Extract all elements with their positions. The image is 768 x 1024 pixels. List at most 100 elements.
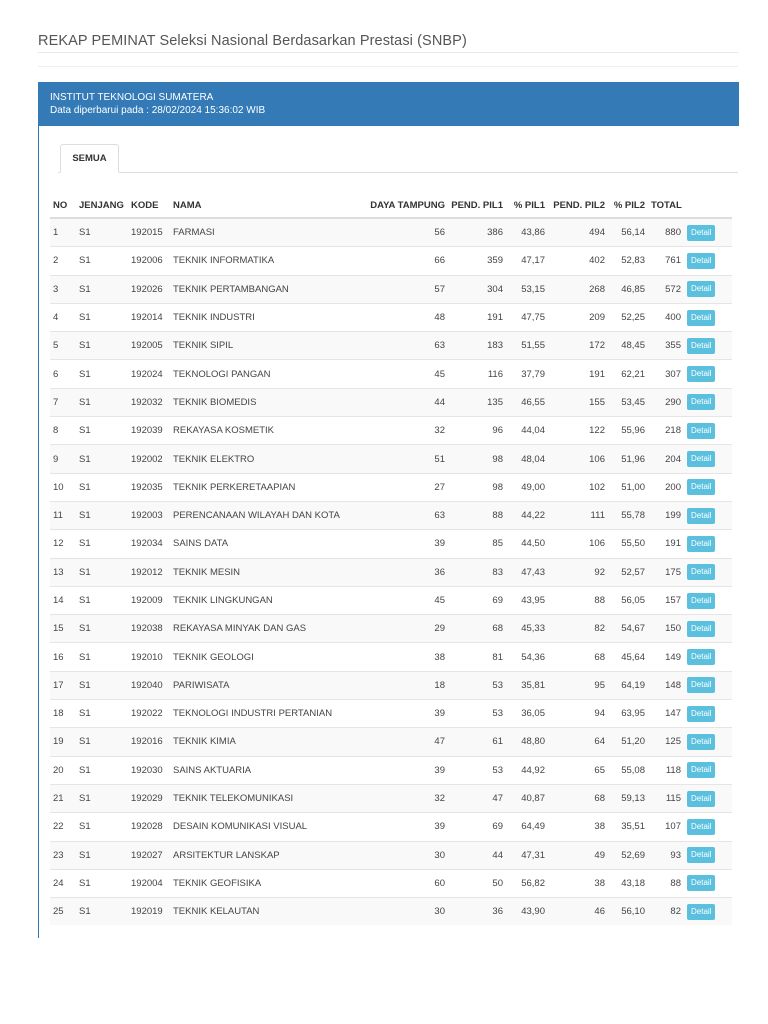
cell-no: 22 (50, 812, 76, 842)
cell-total: 148 (648, 670, 684, 700)
detail-button[interactable]: Detail (687, 564, 716, 581)
detail-button[interactable]: Detail (687, 309, 716, 326)
detail-button[interactable]: Detail (687, 790, 716, 807)
detail-button[interactable]: Detail (687, 451, 716, 468)
cell-no: 13 (50, 557, 76, 587)
cell-persen-pil2: 56,14 (608, 217, 648, 247)
cell-persen-pil2: 56,10 (608, 897, 648, 926)
detail-button[interactable]: Detail (687, 479, 716, 496)
cell-pend-pil2: 68 (548, 783, 608, 813)
cell-action: Detail (684, 614, 732, 643)
cell-daya-tampung: 29 (366, 614, 448, 643)
cell-no: 25 (50, 897, 76, 926)
detail-button[interactable]: Detail (687, 903, 716, 920)
cell-no: 14 (50, 585, 76, 615)
cell-persen-pil1: 43,90 (506, 897, 548, 926)
cell-nama: TEKNIK GEOLOGI (170, 642, 366, 672)
cell-no: 8 (50, 416, 76, 445)
cell-total: 290 (648, 387, 684, 417)
cell-pend-pil2: 88 (548, 585, 608, 615)
cell-pend-pil1: 98 (448, 444, 506, 474)
cell-persen-pil2: 45,64 (608, 642, 648, 672)
cell-no: 11 (50, 500, 76, 530)
table-row: 16 S1 192010 TEKNIK GEOLOGI 38 81 54,36 68 45,64… (50, 642, 732, 672)
cell-pend-pil1: 191 (448, 302, 506, 332)
detail-button[interactable]: Detail (687, 252, 716, 269)
detail-button[interactable]: Detail (687, 733, 716, 750)
cell-daya-tampung: 51 (366, 444, 448, 474)
detail-button[interactable]: Detail (687, 394, 716, 411)
cell-no: 20 (50, 755, 76, 785)
page-title: REKAP PEMINAT Seleksi Nasional Berdasark… (38, 33, 467, 49)
cell-jenjang: S1 (76, 897, 128, 926)
detail-button[interactable]: Detail (687, 507, 716, 524)
cell-total: 150 (648, 614, 684, 643)
detail-button[interactable]: Detail (687, 762, 716, 779)
cell-action: Detail (684, 444, 732, 474)
cell-daya-tampung: 47 (366, 727, 448, 757)
cell-no: 3 (50, 274, 76, 304)
cell-persen-pil2: 51,00 (608, 472, 648, 502)
detail-button[interactable]: Detail (687, 818, 716, 835)
cell-action: Detail (684, 557, 732, 587)
cell-daya-tampung: 56 (366, 217, 448, 247)
cell-persen-pil2: 64,19 (608, 670, 648, 700)
cell-persen-pil2: 52,25 (608, 302, 648, 332)
cell-kode: 192010 (128, 642, 170, 672)
cell-action: Detail (684, 217, 732, 247)
cell-total: 149 (648, 642, 684, 672)
detail-button[interactable]: Detail (687, 705, 716, 722)
cell-jenjang: S1 (76, 585, 128, 615)
cell-persen-pil1: 48,80 (506, 727, 548, 757)
cell-daya-tampung: 27 (366, 472, 448, 502)
table-row: 20 S1 192030 SAINS AKTUARIA 39 53 44,92 65 55,08… (50, 755, 732, 785)
cell-pend-pil2: 102 (548, 472, 608, 502)
cell-pend-pil1: 50 (448, 868, 506, 898)
table-row: 18 S1 192022 TEKNOLOGI INDUSTRI PERTANIAN 39… (50, 699, 732, 728)
cell-kode: 192019 (128, 897, 170, 926)
cell-persen-pil1: 64,49 (506, 812, 548, 842)
detail-button[interactable]: Detail (687, 677, 716, 694)
cell-daya-tampung: 48 (366, 302, 448, 332)
tab-semua[interactable]: SEMUA (60, 144, 119, 173)
detail-button[interactable]: Detail (687, 620, 716, 637)
detail-button[interactable]: Detail (687, 649, 716, 666)
cell-total: 115 (648, 783, 684, 813)
cell-nama: TEKNIK TELEKOMUNIKASI (170, 783, 366, 813)
cell-no: 12 (50, 529, 76, 559)
cell-action: Detail (684, 897, 732, 926)
cell-kode: 192026 (128, 274, 170, 304)
cell-daya-tampung: 66 (366, 246, 448, 276)
detail-button[interactable]: Detail (687, 592, 716, 609)
cell-action: Detail (684, 246, 732, 276)
detail-button[interactable]: Detail (687, 224, 716, 241)
detail-button[interactable]: Detail (687, 366, 716, 383)
detail-button[interactable]: Detail (687, 281, 716, 298)
cell-action: Detail (684, 812, 732, 842)
table-row: 11 S1 192003 PERENCANAAN WILAYAH DAN KOTA 63… (50, 500, 732, 530)
cell-kode: 192014 (128, 302, 170, 332)
detail-button[interactable]: Detail (687, 422, 716, 439)
cell-kode: 192038 (128, 614, 170, 643)
cell-action: Detail (684, 472, 732, 502)
detail-button[interactable]: Detail (687, 875, 716, 892)
cell-action: Detail (684, 868, 732, 898)
table-row: 6 S1 192024 TEKNOLOGI PANGAN 45 116 37,79 191 62… (50, 359, 732, 389)
cell-nama: TEKNIK LINGKUNGAN (170, 585, 366, 615)
cell-total: 147 (648, 699, 684, 728)
table-row: 10 S1 192035 TEKNIK PERKERETAAPIAN 27 98 49,00… (50, 472, 732, 502)
detail-button[interactable]: Detail (687, 535, 716, 552)
cell-persen-pil1: 51,55 (506, 331, 548, 360)
cell-kode: 192032 (128, 387, 170, 417)
detail-button[interactable]: Detail (687, 847, 716, 864)
detail-button[interactable]: Detail (687, 337, 716, 354)
cell-daya-tampung: 39 (366, 529, 448, 559)
cell-kode: 192006 (128, 246, 170, 276)
cell-nama: REKAYASA KOSMETIK (170, 416, 366, 445)
cell-action: Detail (684, 359, 732, 389)
header-persen-pil2: % PIL2 (608, 193, 648, 219)
cell-pend-pil2: 95 (548, 670, 608, 700)
cell-jenjang: S1 (76, 529, 128, 559)
cell-kode: 192030 (128, 755, 170, 785)
cell-nama: TEKNIK MESIN (170, 557, 366, 587)
